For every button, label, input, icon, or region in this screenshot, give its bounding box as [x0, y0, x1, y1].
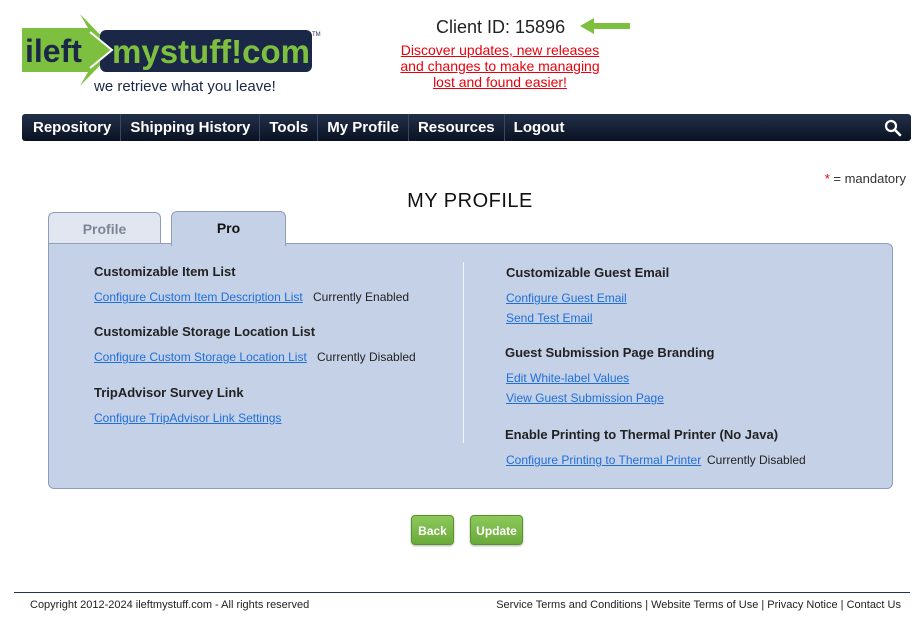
column-divider — [463, 262, 464, 443]
heading-thermal-printing: Enable Printing to Thermal Printer (No J… — [505, 427, 779, 442]
client-id: Client ID: 15896 — [436, 17, 566, 37]
item-list-status: Currently Enabled — [313, 290, 410, 304]
configure-guest-email-link[interactable]: Configure Guest Email — [506, 291, 627, 305]
promo-line: and changes to make managing — [400, 58, 600, 74]
footer-link-service-terms[interactable]: Service Terms and Conditions — [496, 599, 642, 611]
logo-trademark: TM — [312, 32, 321, 38]
nav-logout[interactable]: Logout — [505, 114, 574, 141]
promo-line: lost and found easier! — [433, 74, 567, 90]
heading-customizable-guest-email: Customizable Guest Email — [506, 265, 670, 280]
nav-resources[interactable]: Resources — [409, 114, 505, 141]
footer-link-privacy-notice[interactable]: Privacy Notice — [767, 599, 837, 611]
pro-settings-panel: Customizable Item List Configure Custom … — [48, 243, 893, 489]
tab-pro[interactable]: Pro — [171, 211, 286, 246]
nav-my-profile[interactable]: My Profile — [318, 114, 409, 141]
back-button[interactable]: Back — [411, 515, 454, 545]
copyright-text: Copyright 2012-2024 ileftmystuff.com - A… — [30, 599, 310, 611]
tab-profile[interactable]: Profile — [48, 212, 161, 245]
edit-white-label-link[interactable]: Edit White-label Values — [506, 371, 629, 385]
updates-promo-link[interactable]: Discover updates, new releases and chang… — [395, 42, 605, 90]
footer-links: Service Terms and Conditions | Website T… — [496, 599, 901, 611]
configure-storage-location-link[interactable]: Configure Custom Storage Location List — [94, 350, 307, 364]
configure-item-description-link[interactable]: Configure Custom Item Description List — [94, 290, 303, 304]
mandatory-text: = mandatory — [829, 171, 906, 186]
arrow-left-icon — [580, 18, 630, 34]
configure-tripadvisor-link[interactable]: Configure TripAdvisor Link Settings — [94, 411, 281, 425]
send-test-email-link[interactable]: Send Test Email — [506, 311, 593, 325]
configure-thermal-printing-link[interactable]: Configure Printing to Thermal Printer — [506, 453, 701, 467]
footer-separator: | — [837, 599, 847, 611]
nav-tools[interactable]: Tools — [260, 114, 319, 141]
logo-word-mystuff: mystuff!com — [112, 33, 310, 70]
heading-guest-submission-branding: Guest Submission Page Branding — [505, 345, 715, 360]
mandatory-note: * = mandatory — [825, 171, 906, 186]
nav-repository[interactable]: Repository — [22, 114, 122, 141]
footer-separator: | — [758, 599, 768, 611]
heading-tripadvisor-survey-link: TripAdvisor Survey Link — [94, 385, 244, 400]
view-guest-submission-link[interactable]: View Guest Submission Page — [506, 391, 664, 405]
footer-link-website-terms[interactable]: Website Terms of Use — [651, 599, 758, 611]
thermal-printing-status: Currently Disabled — [707, 453, 806, 467]
footer-divider — [14, 592, 910, 593]
heading-customizable-storage-list: Customizable Storage Location List — [94, 324, 316, 339]
storage-list-status: Currently Disabled — [317, 350, 416, 364]
logo-word-ileft: ileft — [25, 33, 82, 69]
logo-tagline: we retrieve what you leave! — [93, 78, 276, 95]
heading-customizable-item-list: Customizable Item List — [94, 264, 236, 279]
brand-logo[interactable]: ileft mystuff!com TM we retrieve what yo… — [20, 14, 325, 98]
nav-shipping-history[interactable]: Shipping History — [121, 114, 261, 141]
update-button[interactable]: Update — [470, 515, 523, 545]
footer-separator: | — [642, 599, 652, 611]
footer-link-contact-us[interactable]: Contact Us — [847, 599, 901, 611]
main-nav: Repository Shipping History Tools My Pro… — [22, 114, 911, 141]
search-icon[interactable] — [883, 118, 903, 138]
promo-line: Discover updates, new releases — [400, 42, 600, 58]
page-title: MY PROFILE — [407, 190, 533, 212]
